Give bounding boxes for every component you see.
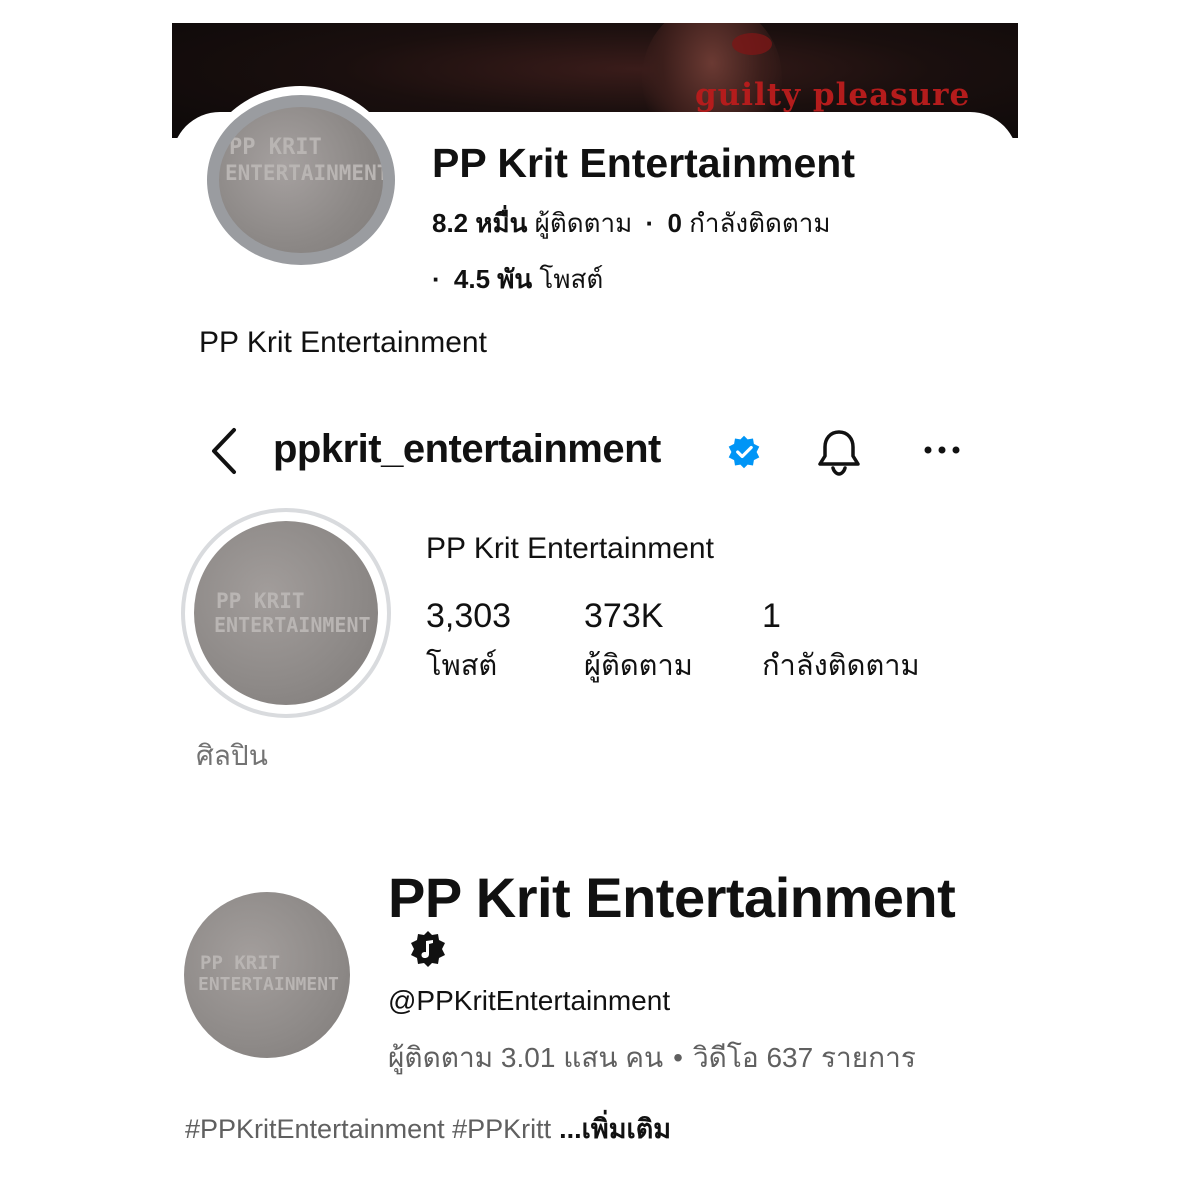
chevron-left-icon[interactable]	[204, 426, 244, 476]
bell-icon[interactable]	[816, 428, 862, 476]
followers-count[interactable]: 373K	[584, 597, 663, 636]
following-value[interactable]: 0	[667, 208, 681, 238]
posts-label: โพสต์	[539, 264, 604, 294]
avatar-watermark-line1: PP KRIT	[229, 135, 322, 160]
cover-figure-accent	[732, 33, 772, 55]
facebook-page-title[interactable]: PP Krit Entertainment	[432, 140, 855, 187]
facebook-stats-line2: · 4.5 พัน โพสต์	[432, 259, 603, 300]
avatar-watermark-line1: PP KRIT	[200, 952, 281, 974]
following-count[interactable]: 1	[762, 597, 781, 636]
facebook-intro: PP Krit Entertainment	[199, 326, 487, 359]
more-link[interactable]: ...เพิ่มเติม	[559, 1114, 671, 1144]
description-text: #PPKritEntertainment #PPKritt	[185, 1114, 552, 1144]
youtube-avatar[interactable]: PP KRIT ENTERTAINMENT	[184, 892, 350, 1058]
followers-label[interactable]: ผู้ติดตาม	[535, 208, 633, 238]
verified-badge-icon	[728, 435, 760, 469]
avatar-watermark-line2: ENTERTAINMENT	[225, 161, 390, 185]
instagram-category: ศิลปิน	[196, 740, 268, 771]
video-count: วิดีโอ 637 รายการ	[692, 1042, 916, 1073]
following-label[interactable]: กำลังติดตาม	[689, 208, 830, 238]
separator-dot: ·	[432, 264, 441, 294]
subscriber-count: ผู้ติดตาม 3.01 แสน คน	[388, 1042, 664, 1073]
separator-dot: •	[673, 1042, 683, 1073]
youtube-channel-name: PP Krit Entertainment	[388, 866, 956, 929]
instagram-display-name: PP Krit Entertainment	[426, 532, 714, 565]
youtube-meta: ผู้ติดตาม 3.01 แสน คน • วิดีโอ 637 รายการ	[388, 1036, 916, 1080]
facebook-avatar[interactable]: PP KRIT ENTERTAINMENT	[207, 95, 395, 265]
avatar-watermark-line2: ENTERTAINMENT	[214, 613, 371, 637]
more-horizontal-icon[interactable]	[922, 442, 962, 458]
avatar-watermark-line2: ENTERTAINMENT	[198, 974, 339, 995]
following-label[interactable]: กำลังติดตาม	[762, 642, 920, 688]
facebook-stats-line1: 8.2 หมื่น ผู้ติดตาม · 0 กำลังติดตาม	[432, 203, 831, 244]
followers-label[interactable]: ผู้ติดตาม	[584, 642, 693, 688]
music-note-badge-icon	[411, 931, 445, 967]
avatar-watermark-line1: PP KRIT	[216, 589, 305, 613]
instagram-handle: ppkrit_entertainment	[273, 427, 661, 471]
youtube-description: #PPKritEntertainment #PPKritt ...เพิ่มเติ…	[185, 1107, 671, 1150]
separator-dot: ·	[645, 208, 655, 238]
posts-count[interactable]: 3,303	[426, 597, 511, 636]
posts-value: 4.5 พัน	[453, 264, 533, 294]
youtube-handle: @PPKritEntertainment	[388, 985, 671, 1016]
posts-label[interactable]: โพสต์	[426, 642, 497, 688]
cover-text: guilty pleasure	[695, 77, 971, 113]
instagram-avatar[interactable]: PP KRIT ENTERTAINMENT	[194, 521, 378, 705]
followers-value[interactable]: 8.2 หมื่น	[432, 208, 527, 238]
